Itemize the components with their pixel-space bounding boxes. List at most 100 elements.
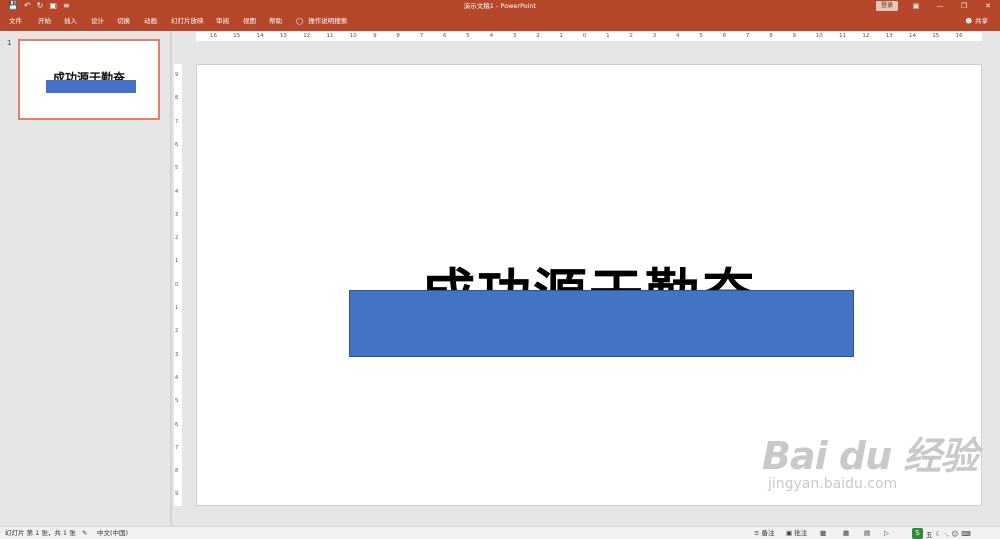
tell-me-search[interactable]: ◯ 操作说明搜索 bbox=[296, 12, 347, 31]
login-button[interactable]: 登录 bbox=[876, 1, 898, 11]
ime-toolbar: S 五 ☾ ·, ☺ ⌨ bbox=[912, 528, 971, 539]
ruler-tick-label: 9 bbox=[373, 33, 377, 39]
ruler-tick-label: 15 bbox=[932, 33, 940, 39]
punctuation-icon[interactable]: ·, bbox=[944, 530, 948, 538]
tab-design[interactable]: 设计 bbox=[91, 12, 104, 31]
ruler-tick-label: 9 bbox=[175, 72, 179, 78]
ruler-tick-label: 8 bbox=[175, 95, 179, 102]
ruler-tick-label: 14 bbox=[909, 33, 916, 39]
ruler-tick-label: 0 bbox=[175, 281, 179, 288]
slide-count: 幻灯片 第 1 张，共 1 张 bbox=[5, 529, 76, 537]
ruler-tick-label: 5 bbox=[699, 33, 703, 39]
ruler-tick-label: 7 bbox=[745, 33, 750, 39]
ruler-tick-label: 2 bbox=[175, 235, 179, 242]
tab-view[interactable]: 视图 bbox=[243, 12, 256, 31]
vertical-ruler[interactable]: 9 8 7 6 5 4 3 2 1 0 1 2 3 4 5 6 7 8 9 bbox=[174, 64, 182, 506]
ruler-tick-label: 7 bbox=[419, 33, 424, 39]
keyboard-icon[interactable]: ⌨ bbox=[961, 530, 970, 538]
thumbnail-number: 1 bbox=[7, 39, 12, 47]
emoji-icon[interactable]: ☺ bbox=[951, 530, 958, 538]
status-bar: 幻灯片 第 1 张，共 1 张 ✎ 中文(中国) ≡ 备注 ▣ 批注 ▩ ▦ ▤… bbox=[0, 526, 1000, 539]
ruler-tick-label: 1 bbox=[175, 305, 179, 311]
ime-mode[interactable]: 五 bbox=[926, 529, 933, 539]
slide-sorter-icon[interactable]: ▦ bbox=[843, 527, 849, 539]
ruler-tick-label: 10 bbox=[815, 33, 823, 39]
notes-label: 备注 bbox=[761, 529, 775, 537]
reading-view-icon[interactable]: ▤ bbox=[864, 527, 870, 539]
ruler-tick-label: 12 bbox=[862, 33, 870, 39]
moon-icon[interactable]: ☾ bbox=[936, 530, 942, 538]
ruler-tick-label: 1 bbox=[606, 33, 610, 39]
ruler-tick-label: 6 bbox=[722, 33, 727, 39]
ruler-tick-label: 11 bbox=[326, 33, 334, 39]
horizontal-ruler[interactable]: 16 15 14 13 12 11 10 9 8 7 6 5 4 3 2 1 0 1 2 3 4 5 6 7 8 9 10 11 12 1… bbox=[196, 32, 982, 41]
ruler-tick-label: 0 bbox=[582, 33, 587, 39]
spell-check-icon[interactable]: ✎ bbox=[82, 527, 87, 539]
ruler-tick-label: 6 bbox=[175, 421, 179, 428]
restore-icon[interactable]: ❐ bbox=[952, 0, 976, 12]
ruler-tick-label: 5 bbox=[466, 33, 470, 39]
ribbon-display-icon[interactable]: ▣ bbox=[904, 0, 928, 12]
lightbulb-icon: ◯ bbox=[296, 17, 304, 25]
baidu-watermark: Bai du 经验 jingyan.baidu.com bbox=[762, 434, 978, 492]
ruler-tick-label: 4 bbox=[489, 33, 494, 39]
tab-file[interactable]: 文件 bbox=[9, 12, 22, 31]
window-controls: ▣ — ❐ ✕ bbox=[904, 0, 1000, 12]
ruler-tick-label: 6 bbox=[175, 141, 179, 148]
minimize-icon[interactable]: — bbox=[928, 0, 952, 12]
normal-view-icon[interactable]: ▩ bbox=[820, 527, 826, 539]
slide-thumbnail[interactable]: 成功源于勤奋 bbox=[18, 39, 160, 120]
comments-button[interactable]: ▣ 批注 bbox=[786, 527, 807, 539]
blue-rectangle-shape[interactable] bbox=[349, 290, 854, 357]
ruler-tick-label: 10 bbox=[349, 33, 357, 39]
pane-divider[interactable] bbox=[170, 31, 172, 526]
ruler-tick-label: 3 bbox=[652, 33, 657, 39]
watermark-logo: Bai du 经验 bbox=[762, 434, 978, 478]
tab-help[interactable]: 帮助 bbox=[269, 12, 282, 31]
ruler-tick-label: 3 bbox=[175, 351, 179, 358]
ruler-tick-label: 5 bbox=[175, 165, 179, 172]
tab-transitions[interactable]: 切换 bbox=[117, 12, 130, 31]
notes-button[interactable]: ≡ 备注 bbox=[754, 527, 775, 539]
ruler-tick-label: 6 bbox=[443, 33, 447, 39]
watermark-url: jingyan.baidu.com bbox=[768, 476, 898, 492]
tell-me-label: 操作说明搜索 bbox=[308, 17, 348, 25]
ruler-tick-label: 8 bbox=[175, 468, 179, 475]
close-icon[interactable]: ✕ bbox=[976, 0, 1000, 12]
tab-slideshow[interactable]: 幻灯片放映 bbox=[171, 12, 204, 31]
slideshow-view-icon[interactable]: ▷ bbox=[884, 527, 889, 539]
title-bar: 💾 ↶ ↻ ▣ ≡ 演示文稿1 - PowerPoint 登录 ▣ — ❐ ✕ bbox=[0, 0, 1000, 12]
ruler-tick-label: 8 bbox=[396, 33, 400, 39]
tab-review[interactable]: 审阅 bbox=[216, 12, 229, 31]
ruler-tick-label: 9 bbox=[175, 491, 179, 498]
ruler-tick-label: 14 bbox=[256, 33, 264, 39]
ruler-tick-label: 2 bbox=[175, 328, 179, 335]
sogou-s-icon[interactable]: S bbox=[912, 528, 923, 539]
ruler-tick-label: 7 bbox=[175, 118, 179, 125]
tab-home[interactable]: 开始 bbox=[38, 12, 51, 31]
ruler-tick-label: 3 bbox=[512, 33, 517, 39]
ruler-tick-label: 4 bbox=[676, 33, 680, 39]
tab-insert[interactable]: 插入 bbox=[64, 12, 77, 31]
ribbon-tabs: 文件 开始 插入 设计 切换 动画 幻灯片放映 审阅 视图 帮助 ◯ 操作说明搜… bbox=[0, 12, 1000, 31]
share-button[interactable]: ☻ 共享 bbox=[965, 12, 988, 31]
ruler-tick-label: 3 bbox=[175, 211, 179, 218]
ruler-tick-label: 8 bbox=[769, 33, 773, 39]
ruler-tick-label: 16 bbox=[955, 33, 963, 39]
ruler-tick-label: 2 bbox=[536, 33, 540, 39]
slide-thumbnail-pane: 1 成功源于勤奋 bbox=[0, 31, 170, 526]
share-label: 共享 bbox=[975, 17, 988, 25]
ruler-tick-label: 13 bbox=[885, 33, 893, 39]
ruler-tick-label: 4 bbox=[175, 188, 179, 195]
language-indicator[interactable]: 中文(中国) bbox=[97, 527, 128, 539]
ruler-tick-label: 12 bbox=[303, 33, 311, 39]
thumbnail-rectangle bbox=[46, 80, 136, 93]
ruler-tick-label: 4 bbox=[175, 374, 179, 381]
ruler-tick-label: 11 bbox=[839, 33, 847, 39]
ruler-tick-label: 13 bbox=[279, 33, 287, 39]
ruler-tick-label: 5 bbox=[175, 398, 179, 405]
tab-animations[interactable]: 动画 bbox=[144, 12, 157, 31]
ruler-tick-label: 2 bbox=[629, 33, 633, 39]
ruler-tick-label: 16 bbox=[210, 33, 217, 39]
window-title: 演示文稿1 - PowerPoint bbox=[463, 2, 537, 10]
